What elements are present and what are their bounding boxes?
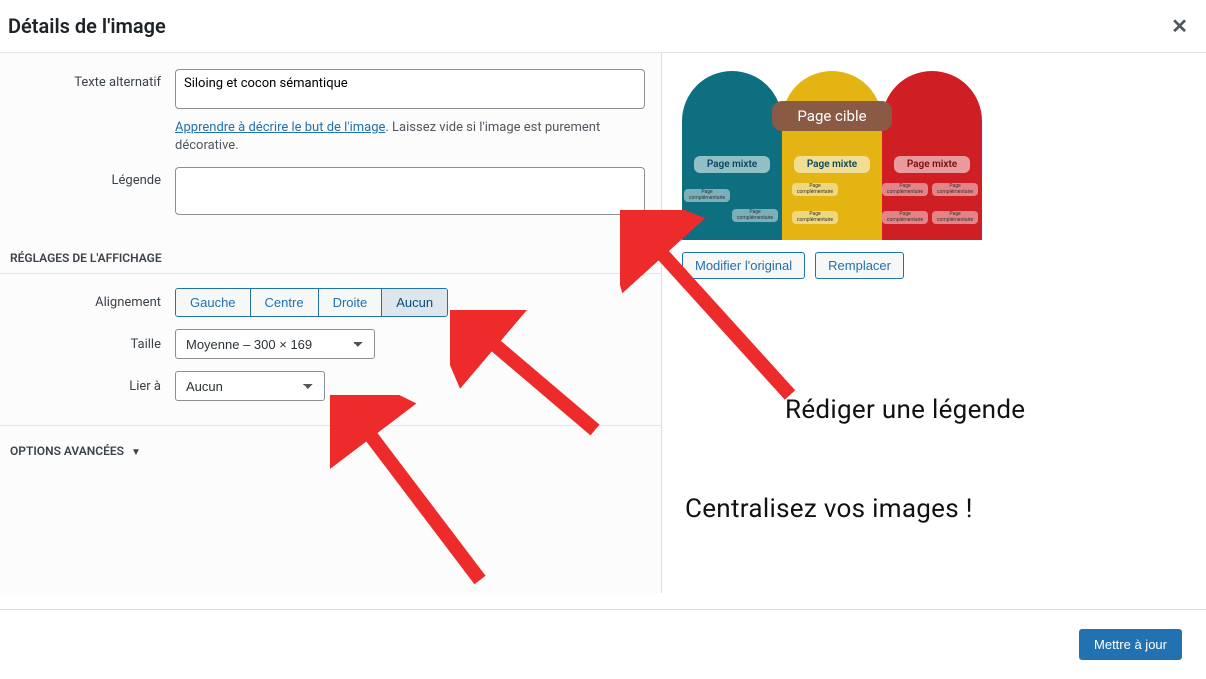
align-left-button[interactable]: Gauche: [176, 289, 251, 316]
dialog-content: Texte alternatif Apprendre à décrire le …: [0, 53, 1206, 593]
preview-page-comp: Page complémentaire: [932, 183, 978, 196]
link-label: Lier à: [0, 379, 175, 394]
caption-row: Légende: [0, 161, 661, 225]
preview-page-comp: Page complémentaire: [882, 183, 928, 196]
size-row: Taille Moyenne – 300 × 169: [0, 323, 661, 365]
preview-page-comp: Page complémentaire: [932, 211, 978, 224]
alt-text-label: Texte alternatif: [0, 69, 175, 90]
align-right-button[interactable]: Droite: [319, 289, 383, 316]
alt-help-link[interactable]: Apprendre à décrire le but de l'image: [175, 120, 385, 135]
alt-text-input[interactable]: [175, 69, 645, 109]
caption-input[interactable]: [175, 167, 645, 215]
chevron-down-icon: ▼: [131, 447, 141, 458]
preview-page-comp: Page complémentaire: [792, 183, 838, 196]
preview-page-comp: Page complémentaire: [684, 189, 730, 202]
replace-button[interactable]: Remplacer: [815, 252, 904, 279]
preview-page-mixte: Page mixte: [894, 156, 970, 173]
preview-page-comp: Page complémentaire: [792, 211, 838, 224]
annotation-legend: Rédiger une légende: [785, 395, 1025, 425]
size-select[interactable]: Moyenne – 300 × 169: [175, 329, 375, 359]
preview-actions: Modifier l'original Remplacer: [682, 252, 1186, 279]
display-settings-heading: RÉGLAGES DE L'AFFICHAGE: [0, 225, 661, 274]
preview-page-comp: Page complémentaire: [732, 209, 778, 222]
alignment-row: Alignement Gauche Centre Droite Aucun: [0, 282, 661, 323]
settings-panel: Texte alternatif Apprendre à décrire le …: [0, 53, 662, 593]
align-center-button[interactable]: Centre: [251, 289, 319, 316]
link-select[interactable]: Aucun: [175, 371, 325, 401]
update-button[interactable]: Mettre à jour: [1079, 629, 1182, 660]
preview-page-cible: Page cible: [772, 101, 892, 131]
alignment-label: Alignement: [0, 295, 175, 310]
edit-original-button[interactable]: Modifier l'original: [682, 252, 805, 279]
dialog-title: Détails de l'image: [8, 14, 166, 38]
advanced-options-toggle[interactable]: OPTIONS AVANCÉES ▼: [0, 426, 661, 458]
alt-help-text: Apprendre à décrire le but de l'image. L…: [175, 119, 645, 155]
dialog-header: Détails de l'image ✕: [0, 0, 1206, 53]
align-none-button[interactable]: Aucun: [382, 289, 447, 316]
image-preview: Page cible Page mixte Page mixte Page mi…: [682, 71, 982, 240]
link-row: Lier à Aucun: [0, 365, 661, 407]
annotation-centralize: Centralisez vos images !: [685, 494, 973, 524]
dialog-footer: Mettre à jour: [0, 609, 1206, 679]
preview-page-mixte: Page mixte: [694, 156, 770, 173]
alignment-button-group: Gauche Centre Droite Aucun: [175, 288, 448, 317]
close-icon[interactable]: ✕: [1171, 14, 1188, 38]
preview-page-mixte: Page mixte: [794, 156, 870, 173]
alt-text-row: Texte alternatif Apprendre à décrire le …: [0, 63, 661, 161]
preview-page-comp: Page complémentaire: [882, 211, 928, 224]
advanced-options-label: OPTIONS AVANCÉES: [10, 444, 124, 458]
caption-label: Légende: [0, 167, 175, 188]
size-label: Taille: [0, 337, 175, 352]
